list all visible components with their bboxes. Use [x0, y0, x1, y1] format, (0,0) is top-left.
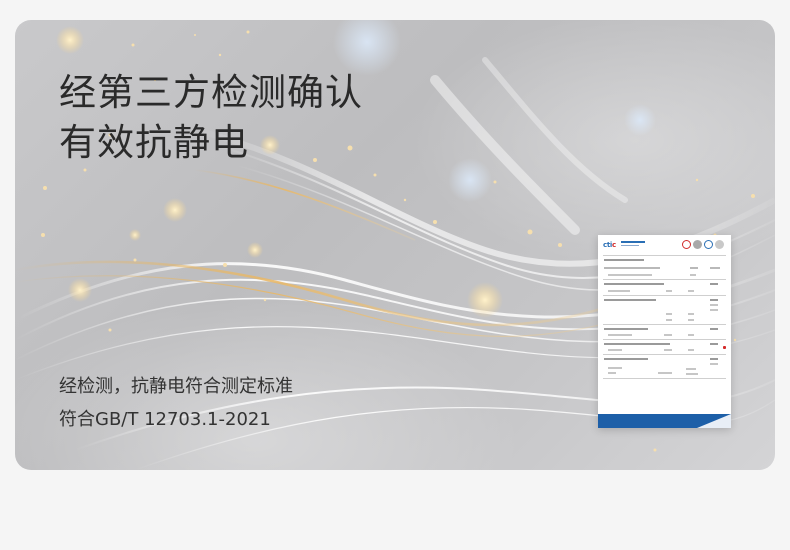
agency-subname-bar — [621, 245, 639, 246]
certification-seal-icon — [682, 240, 691, 249]
test-report-document: ctic — [598, 235, 731, 428]
certification-seal-icon — [693, 240, 702, 249]
description-line-2: 符合GB/T 12703.1-2021 — [59, 409, 271, 430]
headline-line-1: 经第三方检测确认 — [59, 71, 363, 114]
certification-seal-icon — [704, 240, 713, 249]
description: 经检测，抗静电符合测定标准 符合GB/T 12703.1-2021 — [59, 370, 293, 436]
agency-name-bar — [621, 241, 645, 243]
report-header: ctic — [603, 239, 726, 251]
certification-seals — [680, 239, 726, 251]
headline-line-2: 有效抗静电 — [59, 121, 249, 164]
testing-agency-logo: ctic — [603, 241, 616, 249]
headline: 经第三方检测确认 有效抗静电 — [59, 68, 363, 168]
certification-seal-icon — [715, 240, 724, 249]
hero-banner: 经第三方检测确认 有效抗静电 经检测，抗静电符合测定标准 符合GB/T 1270… — [15, 20, 775, 470]
description-line-1: 经检测，抗静电符合测定标准 — [59, 376, 293, 397]
report-footer-band — [598, 414, 731, 428]
